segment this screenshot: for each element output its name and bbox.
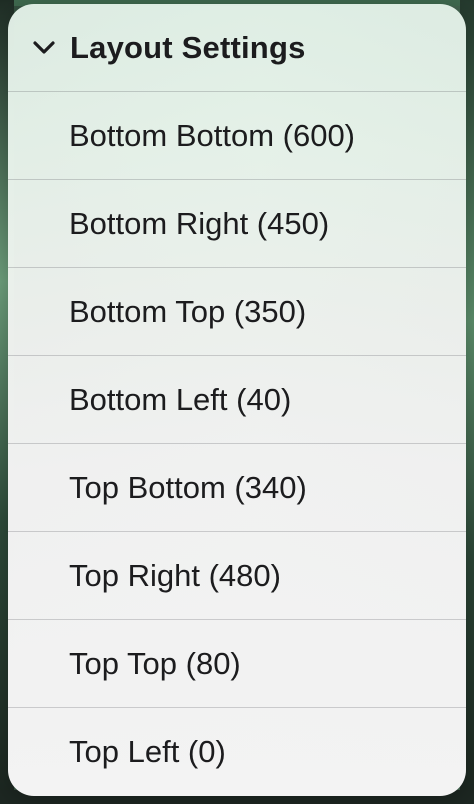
menu-item-label: Top Left (0) xyxy=(69,734,226,769)
menu-item-bottom-top[interactable]: Bottom Top (350) xyxy=(8,268,466,356)
menu-item-top-bottom[interactable]: Top Bottom (340) xyxy=(8,444,466,532)
menu-title: Layout Settings xyxy=(70,29,306,65)
menu-header[interactable]: Layout Settings xyxy=(8,4,466,92)
layout-settings-menu: Layout Settings Bottom Bottom (600) Bott… xyxy=(8,4,466,796)
menu-item-label: Top Right (480) xyxy=(69,557,281,593)
menu-item-label: Top Top (80) xyxy=(69,645,241,681)
menu-item-top-top[interactable]: Top Top (80) xyxy=(8,620,466,708)
menu-item-label: Top Bottom (340) xyxy=(69,469,307,505)
menu-item-top-right[interactable]: Top Right (480) xyxy=(8,532,466,620)
menu-item-label: Bottom Right (450) xyxy=(69,205,330,241)
menu-item-bottom-right[interactable]: Bottom Right (450) xyxy=(8,180,466,268)
chevron-down-icon xyxy=(32,36,56,60)
menu-item-bottom-bottom[interactable]: Bottom Bottom (600) xyxy=(8,92,466,180)
menu-item-label: Bottom Top (350) xyxy=(69,293,307,329)
menu-item-label: Bottom Bottom (600) xyxy=(69,117,356,153)
menu-item-label: Bottom Left (40) xyxy=(69,381,292,417)
menu-item-bottom-left[interactable]: Bottom Left (40) xyxy=(8,356,466,444)
menu-item-top-left[interactable]: Top Left (0) xyxy=(8,708,466,796)
